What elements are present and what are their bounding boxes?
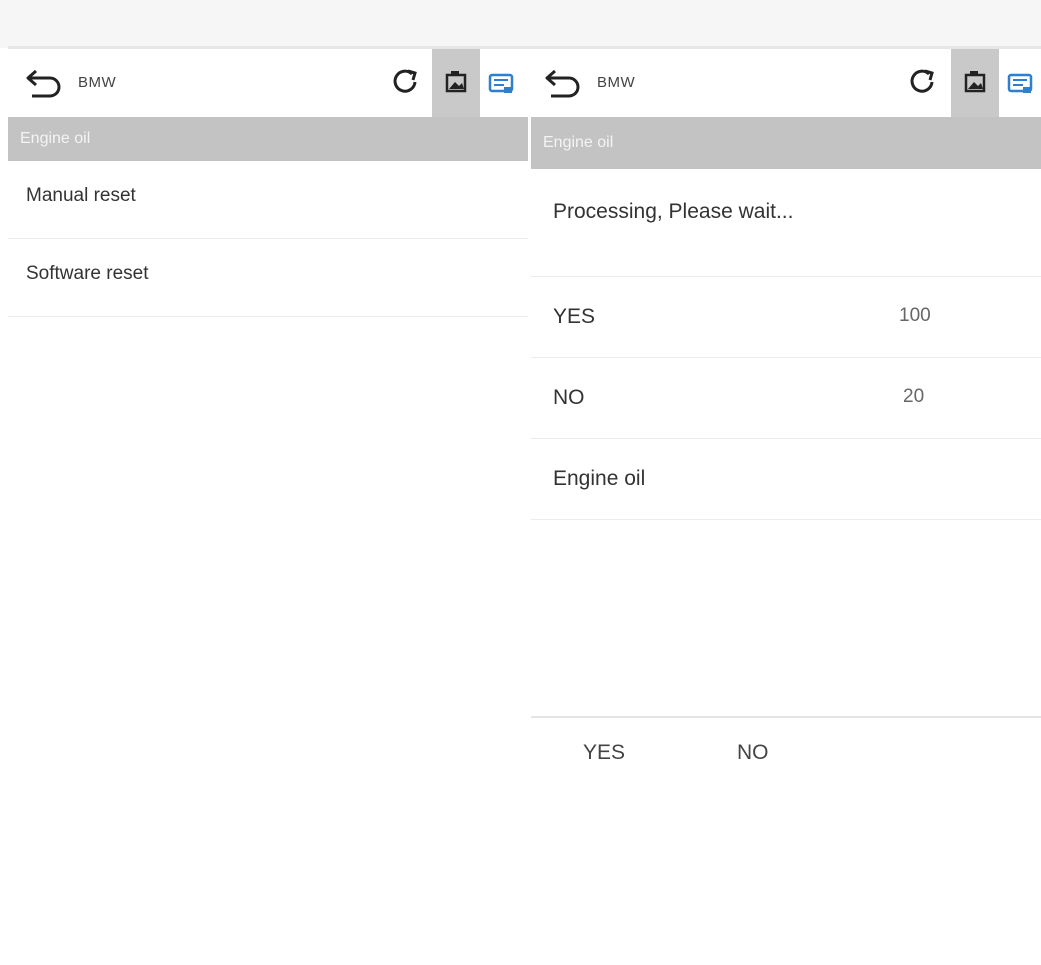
footer-divider [531,716,1041,718]
screenshot-button[interactable] [432,49,480,117]
left-panel: BMW Engine oil Manual reset Software res… [8,49,528,349]
list-item-software-reset[interactable]: Software reset [8,239,528,317]
back-button[interactable] [541,65,585,101]
list-item-label: Manual reset [26,185,136,206]
brand-label: BMW [78,74,117,91]
refresh-icon [910,69,934,93]
row-label: YES [553,305,596,328]
print-button[interactable] [1003,49,1041,117]
image-icon [964,71,986,93]
table-row: NO 20 [531,358,1041,439]
no-button[interactable]: NO [737,741,769,765]
row-label: Engine oil [553,467,646,490]
row-label: NO [553,386,585,409]
refresh-button[interactable] [903,49,945,117]
refresh-icon [393,69,417,93]
list-item-manual-reset[interactable]: Manual reset [8,161,528,239]
table-row: YES 100 [531,277,1041,358]
window-top-strip [0,0,1041,48]
table-row: Engine oil [531,439,1041,520]
yes-button[interactable]: YES [583,741,625,765]
print-icon [488,73,514,93]
section-title: Engine oil [531,117,1041,169]
status-row: Processing, Please wait... [531,169,1041,277]
back-arrow-icon [545,69,580,98]
list-item-label: Software reset [26,263,149,284]
back-button[interactable] [22,65,66,101]
refresh-button[interactable] [386,49,428,117]
left-toolbar: BMW [8,49,528,117]
image-icon [445,71,467,93]
row-value: 20 [903,386,925,407]
right-panel: BMW Engine oil Processing, Please wait..… [531,49,1041,965]
row-value: 100 [899,305,931,326]
section-title: Engine oil [8,117,528,161]
print-button[interactable] [484,49,528,117]
right-toolbar: BMW [531,49,1041,117]
status-message: Processing, Please wait... [553,200,794,223]
screenshot-button[interactable] [951,49,999,117]
back-arrow-icon [26,69,61,98]
print-icon [1007,73,1033,93]
brand-label: BMW [597,74,636,91]
